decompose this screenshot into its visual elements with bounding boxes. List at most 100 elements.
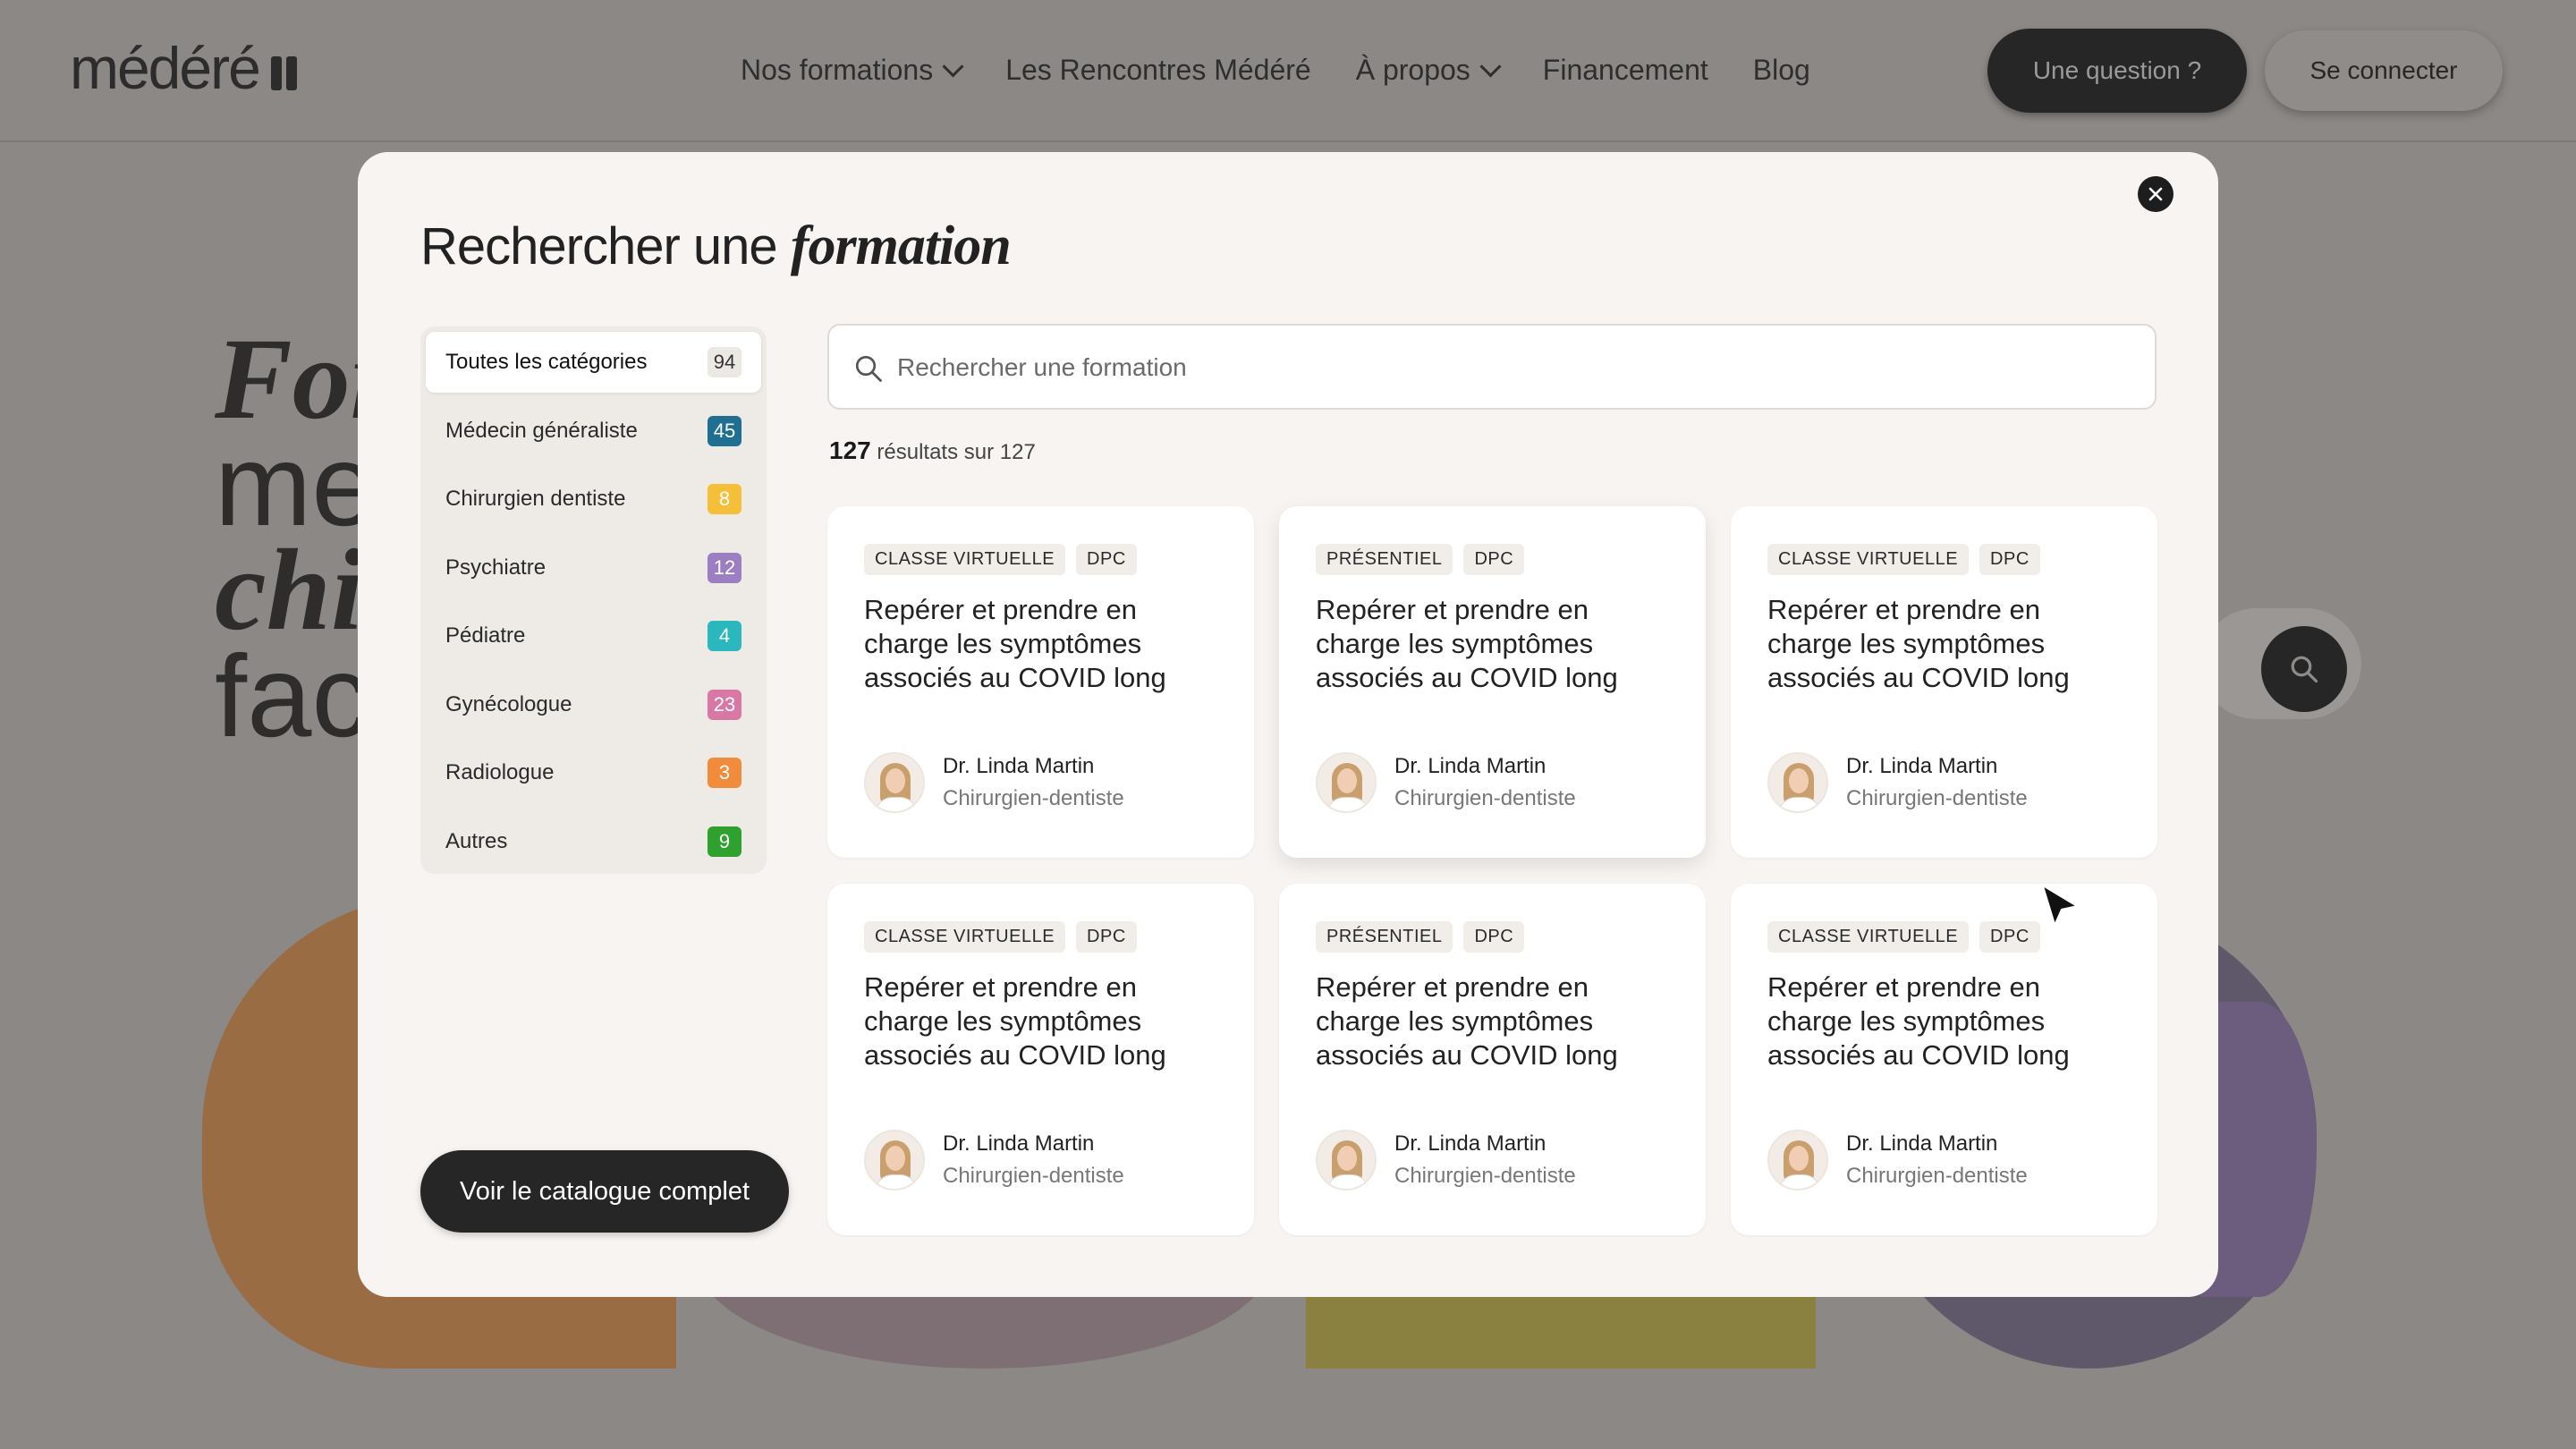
category-item[interactable]: Gynécologue 23 [426, 674, 761, 735]
search-icon [855, 355, 882, 382]
avatar [1316, 1130, 1377, 1191]
card-tag: DPC [1076, 921, 1137, 953]
login-button[interactable]: Se connecter [2265, 30, 2503, 111]
category-label: Chirurgien dentiste [445, 487, 626, 511]
category-label: Gynécologue [445, 691, 572, 716]
question-button[interactable]: Une question ? [1987, 29, 2247, 113]
author-name: Dr. Linda Martin [1846, 1131, 1998, 1156]
card-title: Repérer et prendre en charge les symptôm… [1767, 594, 2070, 693]
card-tags: CLASSE VIRTUELLE DPC [1767, 921, 2040, 953]
category-count-badge: 3 [708, 758, 741, 788]
category-item[interactable]: Radiologue 3 [426, 742, 761, 803]
nav-item-0[interactable]: Nos formations [741, 54, 964, 87]
formation-card[interactable]: CLASSE VIRTUELLE DPC Repérer et prendre en… [827, 506, 1254, 858]
formation-card[interactable]: CLASSE VIRTUELLE DPC Repérer et prendre en… [827, 884, 1254, 1235]
logo-bars-icon [267, 36, 297, 104]
formation-card[interactable]: CLASSE VIRTUELLE DPC Repérer et prendre en… [1731, 506, 2157, 858]
category-label: Radiologue [445, 760, 555, 784]
search-icon [2291, 656, 2318, 683]
formation-card[interactable]: PRÉSENTIEL DPC Repérer et prendre en charg… [1279, 884, 1706, 1235]
nav-item-label: À propos [1355, 54, 1470, 86]
category-count-badge: 8 [708, 484, 741, 514]
category-item[interactable]: Autres 9 [426, 811, 761, 872]
card-author: Dr. Linda Martin Chirurgien-dentiste [864, 1130, 1124, 1191]
card-tag: CLASSE VIRTUELLE [864, 544, 1066, 575]
author-role: Chirurgien-dentiste [943, 1164, 1124, 1188]
avatar [864, 1130, 925, 1191]
modal-title-regular: Rechercher une [420, 217, 778, 275]
author-role: Chirurgien-dentiste [1846, 786, 2028, 810]
card-tags: CLASSE VIRTUELLE DPC [864, 544, 1137, 575]
category-count-badge: 23 [708, 689, 741, 720]
modal-title-emphasis: formation [790, 216, 1012, 276]
author-name: Dr. Linda Martin [943, 754, 1095, 778]
results-count: 127 résultats sur 127 [829, 436, 1036, 465]
avatar [1316, 752, 1377, 813]
card-tag: DPC [1076, 544, 1137, 575]
card-tag: CLASSE VIRTUELLE [1767, 921, 1970, 953]
author-name: Dr. Linda Martin [943, 1131, 1095, 1156]
category-count-badge: 45 [708, 415, 741, 446]
card-author: Dr. Linda Martin Chirurgien-dentiste [1767, 752, 2028, 813]
search-box[interactable] [827, 324, 2157, 410]
search-formation-modal: Rechercher une formation Toutes les caté… [358, 152, 2218, 1297]
avatar [1767, 1130, 1828, 1191]
card-tag: DPC [1463, 544, 1525, 575]
results-shown: 127 [829, 436, 871, 464]
nav-item-4[interactable]: Blog [1753, 54, 1810, 87]
formation-card[interactable]: CLASSE VIRTUELLE DPC Repérer et prendre en… [1731, 884, 2157, 1235]
category-label: Toutes les catégories [445, 350, 648, 374]
category-label: Psychiatre [445, 555, 547, 580]
category-item[interactable]: Médecin généraliste 45 [426, 401, 761, 462]
card-tags: PRÉSENTIEL DPC [1316, 544, 1525, 575]
card-author: Dr. Linda Martin Chirurgien-dentiste [1316, 1130, 1576, 1191]
chevron-down-icon [1479, 55, 1502, 78]
nav-item-label: Financement [1542, 54, 1708, 86]
card-title: Repérer et prendre en charge les symptôm… [864, 971, 1166, 1071]
modal-title: Rechercher une formation [420, 215, 1012, 278]
medere-logo[interactable]: médéré [70, 34, 297, 104]
full-catalog-button[interactable]: Voir le catalogue complet [420, 1150, 789, 1233]
card-tag: DPC [1979, 921, 2040, 953]
card-tags: PRÉSENTIEL DPC [1316, 921, 1525, 953]
card-title: Repérer et prendre en charge les symptôm… [1767, 971, 2070, 1071]
top-navigation-bar: médéré Nos formations Les Rencontres Médé… [0, 0, 2576, 142]
category-item[interactable]: Chirurgien dentiste 8 [426, 469, 761, 530]
nav-item-2[interactable]: À propos [1355, 54, 1502, 87]
close-modal-button[interactable] [2138, 176, 2174, 212]
author-role: Chirurgien-dentiste [1394, 786, 1576, 810]
close-icon [2148, 187, 2163, 201]
card-title: Repérer et prendre en charge les symptôm… [864, 594, 1166, 693]
nav-item-label: Les Rencontres Médéré [1005, 54, 1311, 86]
card-author: Dr. Linda Martin Chirurgien-dentiste [1767, 1130, 2028, 1191]
card-tag: CLASSE VIRTUELLE [864, 921, 1066, 953]
author-role: Chirurgien-dentiste [1394, 1164, 1576, 1188]
card-tag: PRÉSENTIEL [1316, 544, 1453, 575]
category-item[interactable]: Pédiatre 4 [426, 606, 761, 666]
results-text: résultats sur 127 [877, 440, 1036, 464]
card-tags: CLASSE VIRTUELLE DPC [1767, 544, 2040, 575]
search-input[interactable] [895, 326, 2133, 410]
avatar [864, 752, 925, 813]
author-name: Dr. Linda Martin [1394, 1131, 1546, 1156]
nav-item-label: Blog [1752, 54, 1810, 86]
nav-item-3[interactable]: Financement [1543, 54, 1708, 87]
card-title: Repérer et prendre en charge les symptôm… [1316, 594, 1618, 693]
category-item[interactable]: Toutes les catégories 94 [426, 332, 761, 393]
category-label: Autres [445, 828, 508, 853]
nav-item-label: Nos formations [741, 54, 934, 86]
logo-text: médéré [70, 35, 261, 101]
author-name: Dr. Linda Martin [1846, 754, 1998, 778]
category-filter-panel: Toutes les catégories 94 Médecin généralis… [420, 326, 767, 874]
main-nav: Nos formations Les Rencontres Médéré À pro… [741, 54, 1810, 87]
category-label: Pédiatre [445, 623, 526, 648]
category-item[interactable]: Psychiatre 12 [426, 538, 761, 598]
author-role: Chirurgien-dentiste [943, 786, 1124, 810]
hero-search-button[interactable] [2261, 626, 2347, 712]
avatar [1767, 752, 1828, 813]
card-author: Dr. Linda Martin Chirurgien-dentiste [864, 752, 1124, 813]
category-label: Médecin généraliste [445, 418, 638, 443]
nav-item-1[interactable]: Les Rencontres Médéré [1005, 54, 1311, 87]
formation-card[interactable]: PRÉSENTIEL DPC Repérer et prendre en charg… [1279, 506, 1706, 858]
card-title: Repérer et prendre en charge les symptôm… [1316, 971, 1618, 1071]
